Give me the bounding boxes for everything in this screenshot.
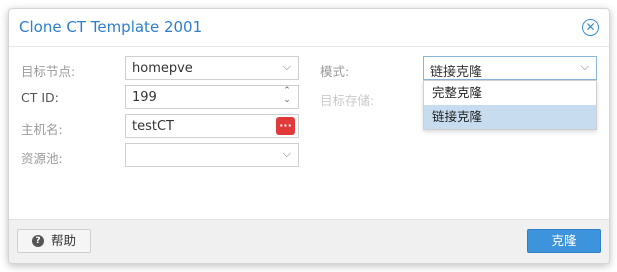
dialog-footer: ? 帮助 克隆 bbox=[9, 219, 609, 263]
ct-id-input[interactable]: 199 ⌃ ⌄ bbox=[125, 85, 299, 109]
mode-label: 模式: bbox=[320, 64, 350, 79]
question-icon: ? bbox=[32, 235, 44, 247]
pool-select[interactable]: ⌵ bbox=[125, 143, 299, 167]
help-button[interactable]: ? 帮助 bbox=[17, 229, 91, 253]
help-label: 帮助 bbox=[51, 233, 77, 248]
chevron-down-icon: ⌵ bbox=[580, 60, 589, 73]
clone-button[interactable]: 克隆 bbox=[527, 229, 601, 253]
chevron-down-icon: ⌵ bbox=[282, 147, 291, 160]
ct-id-label: CT ID: bbox=[21, 90, 59, 105]
hostname-label: 主机名: bbox=[21, 122, 63, 137]
option-linked-clone[interactable]: 链接克隆 bbox=[424, 105, 596, 129]
target-storage-label: 目标存储: bbox=[320, 93, 375, 108]
hostname-input[interactable]: testCT ··· bbox=[125, 114, 299, 138]
stepper-icon[interactable]: ⌃ ⌄ bbox=[281, 87, 293, 107]
target-node-label: 目标节点: bbox=[21, 64, 76, 79]
mode-value: 链接克隆 bbox=[430, 65, 483, 80]
chevron-down-icon: ⌵ bbox=[282, 60, 291, 73]
ct-id-value: 199 bbox=[132, 90, 157, 105]
mode-dropdown-list: 完整克隆 链接克隆 bbox=[423, 80, 597, 130]
dialog-header: Clone CT Template 2001 ✕ bbox=[9, 9, 609, 47]
close-icon[interactable]: ✕ bbox=[582, 19, 599, 36]
clone-dialog: Clone CT Template 2001 ✕ 目标节点: homepve ⌵… bbox=[8, 8, 610, 264]
target-node-value: homepve bbox=[132, 61, 193, 76]
hostname-value: testCT bbox=[132, 119, 174, 134]
option-full-clone[interactable]: 完整克隆 bbox=[424, 81, 596, 105]
mode-select[interactable]: 链接克隆 ⌵ bbox=[423, 56, 597, 80]
target-node-select[interactable]: homepve ⌵ bbox=[125, 56, 299, 80]
pool-label: 资源池: bbox=[21, 151, 63, 166]
more-icon[interactable]: ··· bbox=[276, 117, 295, 135]
dialog-title: Clone CT Template 2001 bbox=[19, 18, 203, 36]
